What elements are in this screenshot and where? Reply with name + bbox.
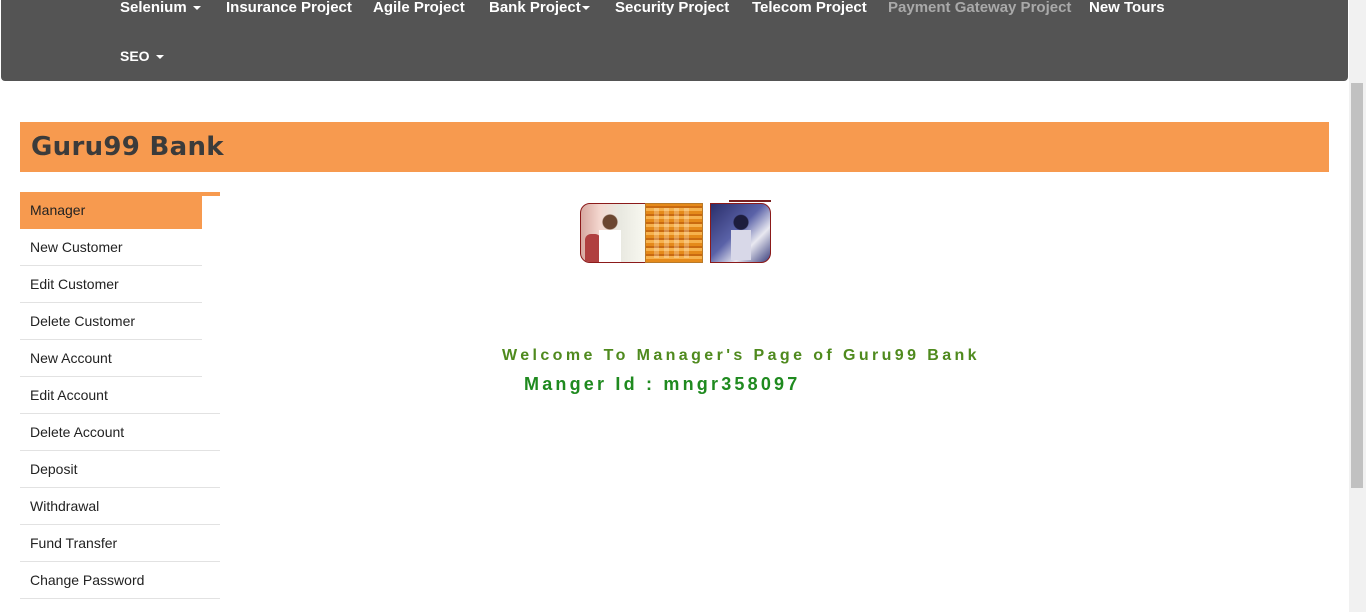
chevron-down-icon bbox=[155, 55, 164, 60]
nav-telecom-project-label: Telecom Project bbox=[752, 0, 867, 16]
nav-new-tours-label: New Tours bbox=[1089, 0, 1165, 16]
sidebar-item-label: Manager bbox=[30, 202, 86, 218]
nav-agile-project[interactable]: Agile Project bbox=[373, 0, 465, 15]
woman-working-photo bbox=[710, 203, 771, 263]
manager-id-text: Manger Id : mngr358097 bbox=[524, 374, 801, 394]
nav-telecom-project[interactable]: Telecom Project bbox=[752, 0, 867, 15]
nav-selenium[interactable]: Selenium bbox=[120, 0, 201, 15]
sidebar-item-label: Delete Customer bbox=[30, 313, 136, 329]
sidebar-item-label: Deposit bbox=[30, 461, 78, 477]
nav-seo-label: SEO bbox=[120, 48, 150, 64]
nav-insurance-project-label: Insurance Project bbox=[226, 0, 352, 16]
sidebar-item-label: Change Password bbox=[30, 572, 145, 588]
sidebar-item-edit-account[interactable]: Edit Account bbox=[20, 377, 220, 414]
sidebar-item-label: Edit Account bbox=[30, 387, 108, 403]
gold-coins-photo bbox=[645, 203, 703, 263]
nav-bank-project-label: Bank Project bbox=[489, 0, 581, 16]
chevron-down-icon bbox=[581, 6, 590, 11]
photo-figure bbox=[599, 212, 621, 262]
sidebar-item-label: Delete Account bbox=[30, 424, 125, 440]
page-title: Guru99 Bank bbox=[31, 132, 224, 162]
header-banner: Guru99 Bank bbox=[20, 122, 1329, 172]
sidebar-item-label: New Customer bbox=[30, 239, 123, 255]
sidebar-item-manager[interactable]: Manager bbox=[20, 192, 202, 229]
welcome-message: Welcome To Manager's Page of Guru99 Bank bbox=[502, 347, 980, 364]
sidebar-item-label: Edit Customer bbox=[30, 276, 119, 292]
nav-selenium-label: Selenium bbox=[120, 0, 187, 16]
nav-insurance-project[interactable]: Insurance Project bbox=[226, 0, 352, 15]
nav-security-project[interactable]: Security Project bbox=[615, 0, 729, 15]
sidebar-item-delete-account[interactable]: Delete Account bbox=[20, 414, 220, 451]
nav-new-tours[interactable]: New Tours bbox=[1089, 0, 1165, 15]
sidebar-item-label: Fund Transfer bbox=[30, 535, 118, 551]
coins-stack bbox=[654, 208, 694, 258]
nav-payment-gateway-project-label: Payment Gateway Project bbox=[888, 0, 1072, 16]
nav-payment-gateway-project[interactable]: Payment Gateway Project bbox=[888, 0, 1071, 15]
photo-frame-mark bbox=[729, 200, 771, 202]
sidebar-item-withdrawal[interactable]: Withdrawal bbox=[20, 488, 220, 525]
nav-agile-project-label: Agile Project bbox=[373, 0, 465, 16]
photo-figure bbox=[731, 214, 751, 260]
bank-photo-strip bbox=[579, 200, 772, 263]
sidebar-item-delete-customer[interactable]: Delete Customer bbox=[20, 303, 202, 340]
chevron-down-icon bbox=[192, 6, 201, 11]
sidebar-item-label: New Account bbox=[30, 350, 112, 366]
nav-security-project-label: Security Project bbox=[615, 0, 730, 16]
nav-bank-project[interactable]: Bank Project bbox=[489, 0, 590, 15]
top-navbar: Selenium Insurance Project Agile Project… bbox=[1, 0, 1348, 81]
banker-phone-photo bbox=[580, 203, 646, 263]
sidebar-item-new-customer[interactable]: New Customer bbox=[20, 229, 202, 266]
sidebar-item-label: Withdrawal bbox=[30, 498, 100, 514]
sidebar-item-deposit[interactable]: Deposit bbox=[20, 451, 220, 488]
scrollbar-thumb[interactable] bbox=[1351, 83, 1363, 488]
vertical-scrollbar[interactable] bbox=[1349, 0, 1366, 612]
sidebar-item-fund-transfer[interactable]: Fund Transfer bbox=[20, 525, 220, 562]
sidebar-item-edit-customer[interactable]: Edit Customer bbox=[20, 266, 202, 303]
sidebar-item-new-account[interactable]: New Account bbox=[20, 340, 202, 377]
sidebar-item-change-password[interactable]: Change Password bbox=[20, 562, 220, 599]
nav-seo[interactable]: SEO bbox=[120, 49, 164, 64]
